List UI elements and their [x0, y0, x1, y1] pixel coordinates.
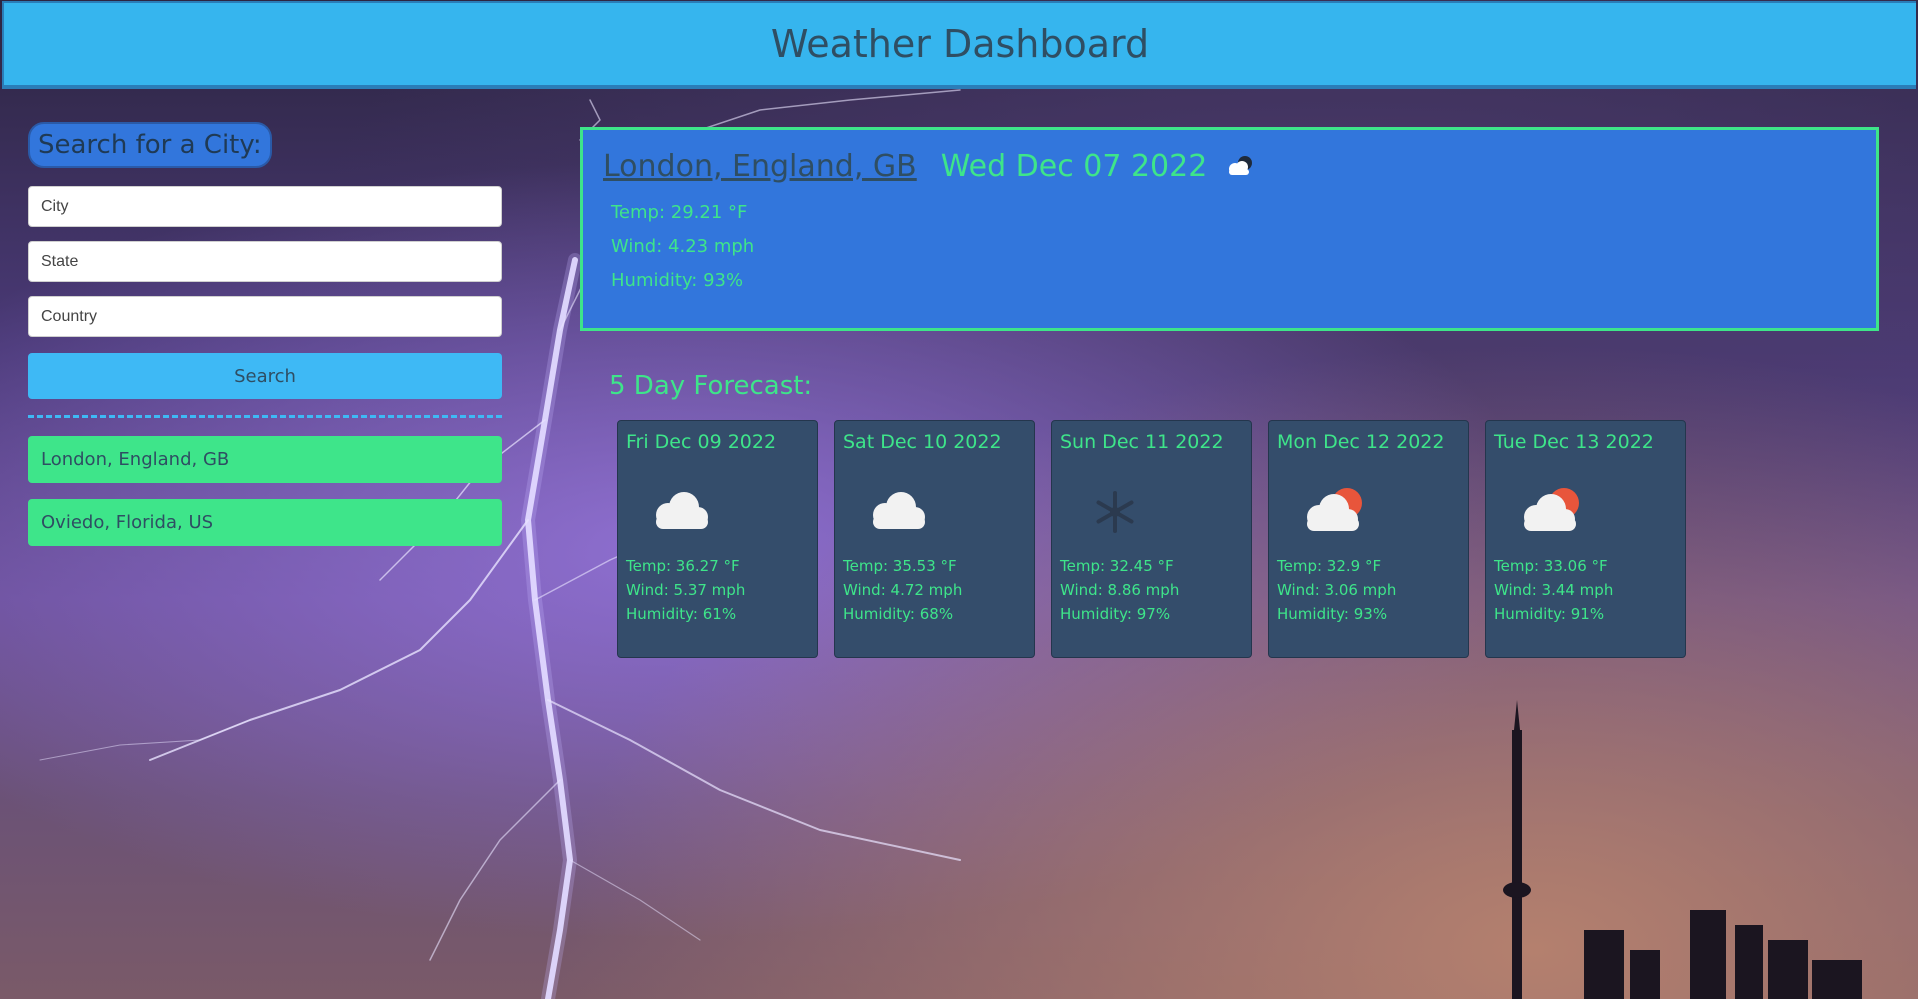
- forecast-date: Mon Dec 12 2022: [1277, 431, 1445, 453]
- cloud-sun-icon: [1307, 488, 1362, 531]
- page-title: Weather Dashboard: [770, 22, 1150, 66]
- forecast-humidity: Humidity: 61%: [626, 605, 737, 623]
- forecast-title: 5 Day Forecast:: [609, 371, 813, 401]
- history-item-oviedo[interactable]: Oviedo, Florida, US: [28, 499, 502, 546]
- forecast-wind: Wind: 5.37 mph: [626, 581, 746, 599]
- forecast-temp: Temp: 32.9 °F: [1277, 557, 1382, 575]
- forecast-date: Tue Dec 13 2022: [1494, 431, 1654, 453]
- current-date: Wed Dec 07 2022: [940, 148, 1208, 184]
- forecast-card: Sun Dec 11 2022 Temp: 32.45 °F Wind: 8.8…: [1051, 420, 1252, 658]
- history-item-london[interactable]: London, England, GB: [28, 436, 502, 483]
- cloud-icon: [656, 492, 708, 529]
- forecast-date: Sun Dec 11 2022: [1060, 431, 1224, 453]
- forecast-humidity: Humidity: 91%: [1494, 605, 1605, 623]
- sidebar-divider: [28, 415, 502, 418]
- snowflake-icon: [1096, 491, 1134, 533]
- forecast-temp: Temp: 33.06 °F: [1494, 557, 1608, 575]
- forecast-wind: Wind: 3.06 mph: [1277, 581, 1397, 599]
- current-humidity: Humidity: 93%: [611, 270, 744, 291]
- forecast-wind: Wind: 8.86 mph: [1060, 581, 1180, 599]
- cloud-sun-icon: [1524, 488, 1579, 531]
- cloud-icon: [873, 492, 925, 529]
- forecast-card: Fri Dec 09 2022 Temp: 36.27 °F Wind: 5.3…: [617, 420, 818, 658]
- forecast-card: Tue Dec 13 2022 Temp: 33.06 °F Wind: 3.4…: [1485, 420, 1686, 658]
- forecast-card: Sat Dec 10 2022 Temp: 35.53 °F Wind: 4.7…: [834, 420, 1035, 658]
- forecast-temp: Temp: 35.53 °F: [843, 557, 957, 575]
- forecast-wind: Wind: 3.44 mph: [1494, 581, 1614, 599]
- city-input[interactable]: [28, 186, 502, 227]
- forecast-humidity: Humidity: 97%: [1060, 605, 1171, 623]
- forecast-temp: Temp: 36.27 °F: [626, 557, 740, 575]
- search-sidebar: Search for a City: Search London, Englan…: [28, 122, 502, 546]
- country-input[interactable]: [28, 296, 502, 337]
- app-header: Weather Dashboard: [2, 1, 1916, 89]
- forecast-card: Mon Dec 12 2022 Temp: 32.9 °F Wind: 3.06…: [1268, 420, 1469, 658]
- current-weather-panel: London, England, GB Wed Dec 07 2022 Temp…: [580, 127, 1879, 331]
- forecast-date: Fri Dec 09 2022: [626, 431, 777, 453]
- current-wind: Wind: 4.23 mph: [611, 236, 755, 257]
- cloud-night-icon: [1229, 156, 1253, 175]
- state-input[interactable]: [28, 241, 502, 282]
- forecast-date: Sat Dec 10 2022: [843, 431, 1002, 453]
- search-heading: Search for a City:: [28, 122, 272, 168]
- current-city-name: London, England, GB: [603, 148, 917, 184]
- search-button[interactable]: Search: [28, 353, 502, 399]
- forecast-humidity: Humidity: 93%: [1277, 605, 1388, 623]
- forecast-cards: Fri Dec 09 2022 Temp: 36.27 °F Wind: 5.3…: [617, 420, 1686, 658]
- forecast-temp: Temp: 32.45 °F: [1060, 557, 1174, 575]
- forecast-humidity: Humidity: 68%: [843, 605, 954, 623]
- current-temp: Temp: 29.21 °F: [611, 202, 748, 223]
- forecast-wind: Wind: 4.72 mph: [843, 581, 963, 599]
